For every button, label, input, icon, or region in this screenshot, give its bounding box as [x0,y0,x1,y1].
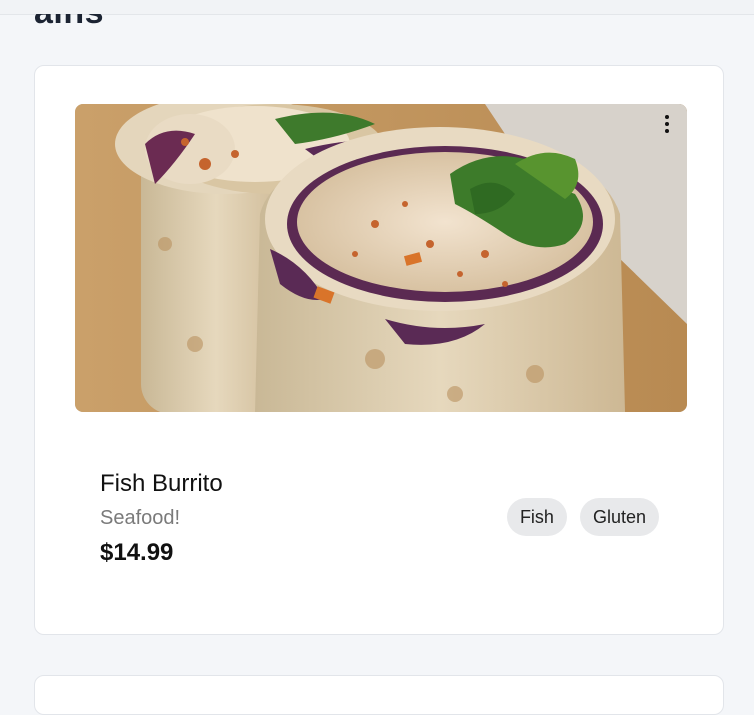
next-menu-item-card[interactable] [34,675,724,715]
menu-item-name: Fish Burrito [100,470,223,497]
top-bar [0,0,754,15]
more-vertical-icon [665,115,669,119]
more-options-button[interactable] [657,112,677,136]
menu-item-category: Seafood! [100,507,181,529]
burrito-photo-illustration [75,104,687,412]
menu-item-price: $14.99 [100,539,174,566]
tag-fish: Fish [506,498,567,536]
menu-item-card[interactable]: Fish Burrito Seafood! $14.99 Fish Gluten [34,65,724,635]
menu-item-tags: Fish Gluten [506,498,659,536]
menu-item-image [75,104,687,412]
tag-gluten: Gluten [579,498,659,536]
